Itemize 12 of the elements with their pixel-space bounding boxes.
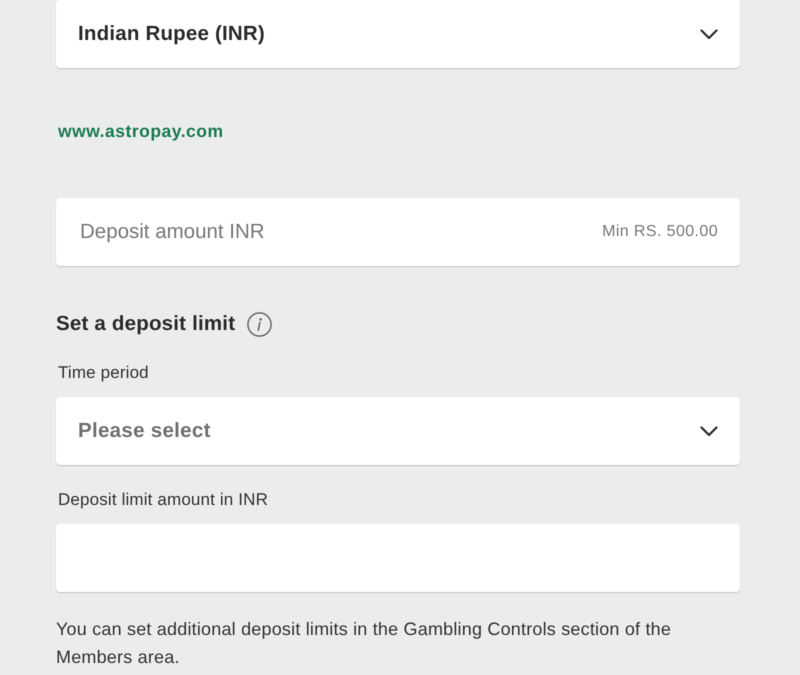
info-icon[interactable] (247, 312, 272, 336)
info-paragraph: You can set additional deposit limits in the Gambling Controls section of the Members area. (56, 618, 672, 669)
field-label: Time period (58, 363, 149, 383)
field-label: Deposit limit amount in INR (58, 490, 268, 510)
input-field[interactable] (56, 524, 740, 592)
chevron-down-icon (700, 28, 718, 40)
min-amount-hint: Min RS. 500.00 (602, 223, 718, 241)
time-period-select[interactable]: Please select (56, 397, 740, 465)
currency-select[interactable]: Indian Rupee (INR) (56, 0, 740, 68)
chevron-down-icon (700, 426, 718, 436)
astropay-link[interactable]: www.astropay.com (58, 121, 224, 141)
section-heading: Set a deposit limit (56, 312, 236, 336)
